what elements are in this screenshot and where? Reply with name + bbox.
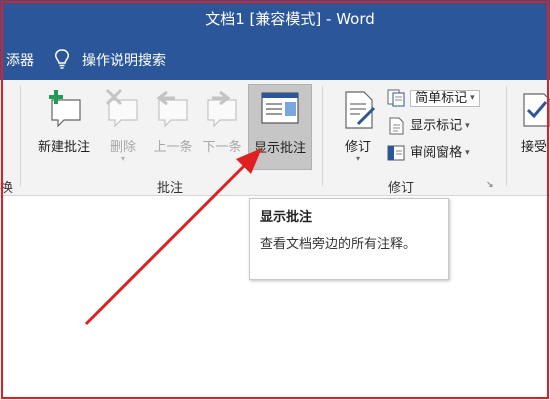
markup-combo[interactable]: 简单标记 ▾ [410, 87, 480, 109]
previous-comment-icon [156, 90, 188, 128]
tooltip-title: 显示批注 [260, 210, 313, 225]
show-comments-icon [261, 92, 299, 124]
chevron-down-icon[interactable]: ▾ [465, 142, 470, 164]
markup-icon [387, 89, 405, 107]
group-separator [506, 86, 507, 186]
reviewing-pane-label: 审阅窗格 [410, 145, 463, 161]
accept-icon [523, 93, 550, 127]
next-comment-button[interactable]: 下一条 [198, 84, 246, 172]
track-changes-dropdown-icon[interactable]: ▾ [335, 154, 381, 163]
group-separator [322, 86, 323, 186]
accept-button[interactable]: 接受 [514, 84, 550, 172]
delete-comment-label: 删除 [109, 140, 136, 155]
chevron-down-icon[interactable]: ▾ [470, 87, 475, 109]
reviewing-pane-row[interactable]: 审阅窗格 ▾ [386, 142, 470, 164]
previous-comment-button[interactable]: 上一条 [148, 84, 198, 172]
comments-group-label: 批注 [157, 181, 184, 196]
new-comment-icon [49, 90, 81, 128]
new-comment-button[interactable]: 新建批注 [30, 84, 98, 172]
show-comments-button[interactable]: 显示批注 [248, 84, 312, 170]
show-markup-icon [389, 117, 404, 135]
ribbon: 换 新建批注 删除 ▾ 上一条 下一条 显示批注 批注 修订 ▾ 简单标记 ▾ … [0, 80, 550, 196]
tooltip-body: 查看文档旁边的所有注释。 [260, 237, 417, 252]
delete-comment-icon [105, 88, 138, 128]
track-changes-label: 修订 [344, 140, 371, 155]
show-comments-label: 显示批注 [253, 141, 306, 156]
reviewing-pane-icon [387, 145, 405, 161]
tracking-group-label: 修订 [388, 181, 415, 196]
markup-combo-value: 简单标记 [415, 90, 468, 106]
tell-me-search[interactable]: 操作说明搜索 [82, 50, 166, 70]
left-group-label-partial: 换 [0, 181, 14, 196]
next-comment-label: 下一条 [202, 140, 242, 155]
show-markup-row[interactable]: 显示标记 ▾ [386, 115, 470, 137]
window-title: 文档1 [兼容模式] - Word [205, 10, 375, 28]
new-comment-label: 新建批注 [37, 140, 90, 155]
menu-bar: 添器 操作说明搜索 [0, 38, 550, 80]
delete-dropdown-icon[interactable]: ▾ [100, 154, 146, 163]
next-comment-icon [207, 90, 237, 128]
show-markup-label: 显示标记 [410, 118, 463, 134]
track-changes-button[interactable]: 修订 ▾ [335, 84, 381, 172]
title-bar: 文档1 [兼容模式] - Word [0, 0, 550, 38]
dialog-launcher-icon[interactable]: ↘ [486, 180, 494, 190]
chevron-down-icon[interactable]: ▾ [465, 115, 470, 137]
accept-label: 接受 [521, 140, 548, 155]
group-separator [20, 86, 21, 186]
markup-combo-row[interactable]: 简单标记 ▾ [386, 87, 480, 109]
tab-addins-partial[interactable]: 添器 [6, 50, 34, 70]
delete-comment-button[interactable]: 删除 ▾ [100, 84, 146, 172]
previous-comment-label: 上一条 [153, 140, 193, 155]
track-changes-icon [345, 91, 376, 129]
show-comments-tooltip: 显示批注 查看文档旁边的所有注释。 [249, 198, 449, 280]
lightbulb-icon[interactable] [52, 48, 72, 70]
